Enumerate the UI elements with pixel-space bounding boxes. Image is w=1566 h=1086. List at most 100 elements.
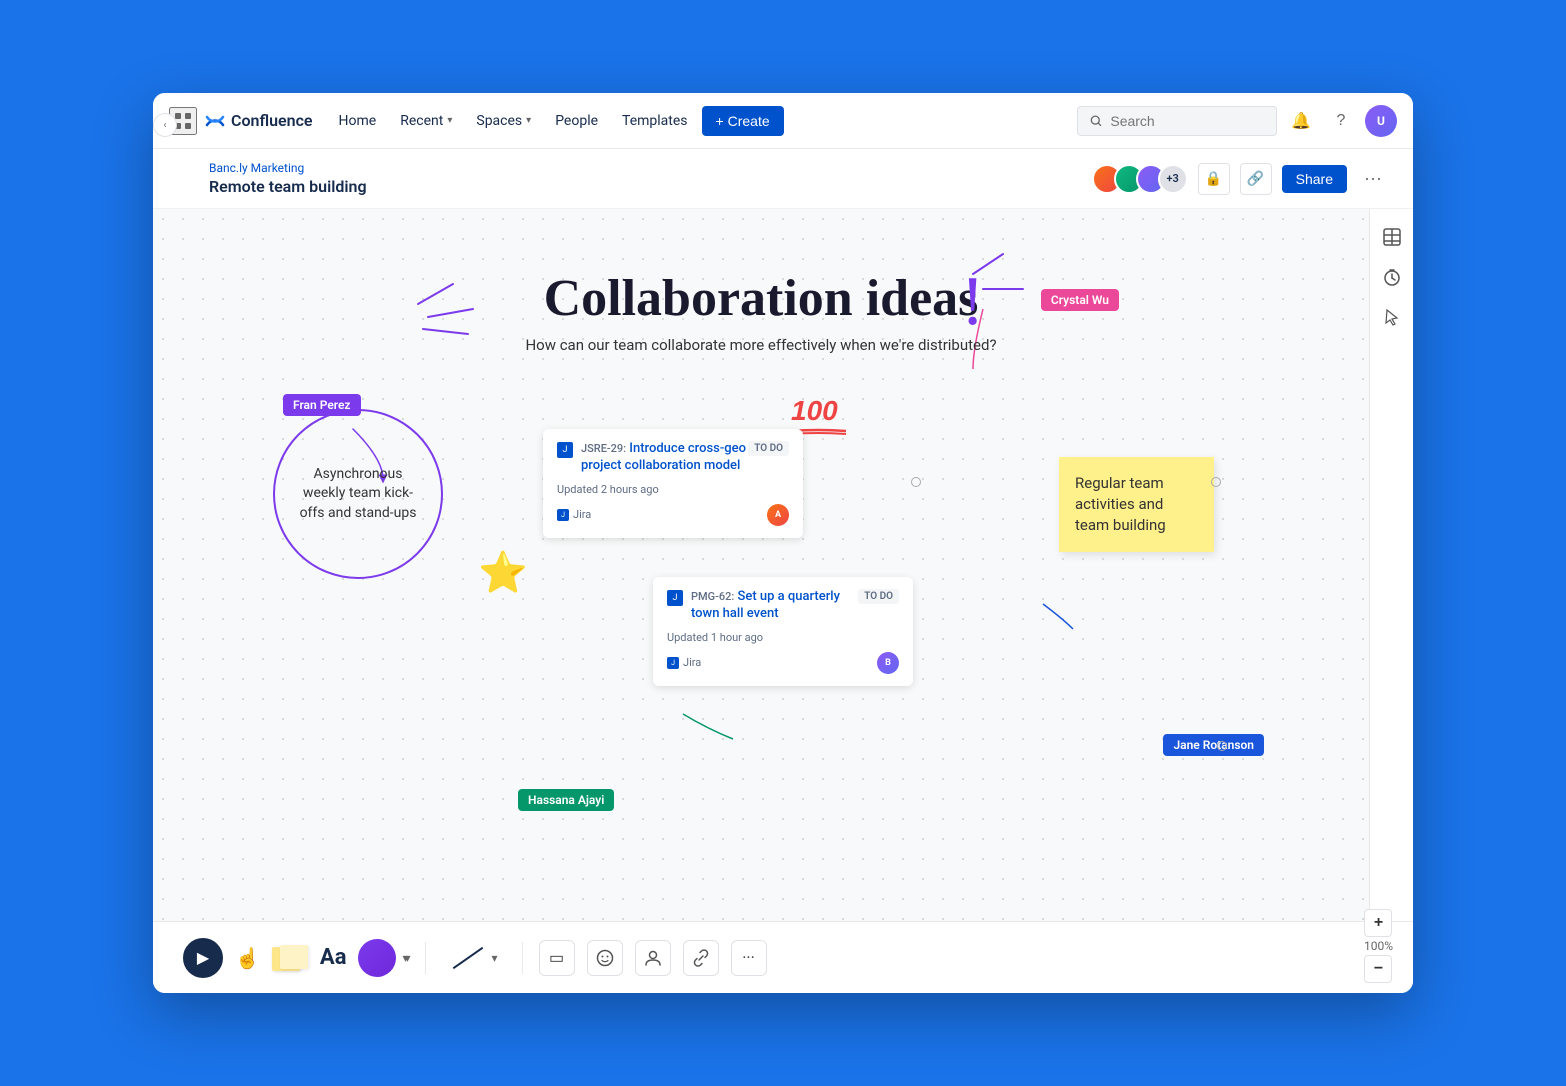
link-icon[interactable]: 🔗 [1240,163,1272,195]
content-area: Collaboration ideas How can our team col… [153,209,1413,921]
toolbar-divider-2 [522,942,523,974]
jira-icon-1: J [557,442,573,458]
cursor-icon[interactable]: ☝ [235,946,260,970]
jira-card-1[interactable]: J JSRE-29: Introduce cross-geo project c… [543,429,803,538]
selection-handle-2 [1211,477,1221,487]
link-icon [692,949,710,967]
page-actions: +3 🔒 🔗 Share ··· [1092,163,1389,195]
right-toolbar [1369,209,1413,921]
nav-recent[interactable]: Recent ▾ [390,107,462,135]
line-tool[interactable] [452,946,483,968]
nav-home[interactable]: Home [329,107,387,135]
search-icon [1090,114,1102,128]
avatar-count[interactable]: +3 [1158,164,1188,194]
main-window: Confluence Home Recent ▾ Spaces ▾ People… [153,93,1413,993]
top-navigation: Confluence Home Recent ▾ Spaces ▾ People… [153,93,1413,149]
spaces-chevron-icon: ▾ [526,115,531,126]
sticky-note-yellow: Regular team activities and team buildin… [1059,457,1214,552]
pointer-icon [1383,308,1401,326]
search-box[interactable] [1077,106,1277,136]
star-emoji: ⭐ [478,549,528,596]
emoji-icon [596,949,614,967]
jira-icon-2: J [667,590,683,606]
nav-spaces[interactable]: Spaces ▾ [466,107,541,135]
jira-card-2-id: PMG-62: [691,590,734,603]
sidebar-toggle-button[interactable]: ‹ [153,113,177,137]
jane-rotanson-label: Jane Rotanson [1163,734,1264,756]
canvas-subtitle: How can our team collaborate more effect… [525,336,996,354]
breadcrumb: Banc.ly Marketing [209,161,1092,175]
lock-icon[interactable]: 🔒 [1198,163,1230,195]
more-tool-button[interactable]: ··· [731,940,767,976]
jira-card-2-updated: Updated 1 hour ago [667,631,899,644]
help-button[interactable]: ? [1325,105,1357,137]
whiteboard-canvas[interactable]: Collaboration ideas How can our team col… [153,209,1369,921]
pointer-tool-button[interactable] [1376,301,1408,333]
sticky-yellow-text: Regular team activities and team buildin… [1075,474,1166,534]
timer-tool-button[interactable] [1376,261,1408,293]
jira-card-2-avatar: B [877,652,899,674]
hassana-ajayi-label: Hassana Ajayi [518,789,614,811]
notifications-button[interactable]: 🔔 [1285,105,1317,137]
circle-note: Asynchronous weekly team kick-offs and s… [273,409,443,579]
jira-card-1-status: TO DO [748,441,789,456]
confluence-logo[interactable]: Confluence [205,111,313,131]
page-canvas-title: Collaboration ideas How can our team col… [525,269,996,354]
more-options-button[interactable]: ··· [1357,163,1389,195]
search-input[interactable] [1110,113,1264,129]
share-button[interactable]: Share [1282,165,1347,193]
jira-card-1-updated: Updated 2 hours ago [557,483,789,496]
jira-card-2-title: PMG-62: Set up a quarterly town hall eve… [691,589,858,623]
timer-icon [1383,268,1401,286]
page-title: Remote team building [209,177,1092,196]
nav-people[interactable]: People [545,107,608,135]
hundred-emoji: 100 [791,397,838,425]
person-icon [644,949,662,967]
breadcrumb-parent[interactable]: Banc.ly Marketing [209,161,304,175]
emoji-tool[interactable] [587,940,623,976]
crystal-wu-label: Crystal Wu [1041,289,1119,311]
nav-templates[interactable]: Templates [612,107,698,135]
page-header: ‹ Banc.ly Marketing Remote team building… [153,149,1413,209]
zoom-controls: + 100% − [1364,909,1393,983]
line-chevron-icon[interactable]: ▾ [492,951,498,965]
shape-tool[interactable] [358,939,396,977]
bottom-toolbar: ▶ ☝ Aa ▾ ▾ ▭ [153,921,1413,993]
breadcrumb-area: Banc.ly Marketing Remote team building [209,161,1092,196]
jira-card-1-id: JSRE-29: [581,442,626,455]
jira-source-icon-2: J [667,657,679,669]
nav-links: Home Recent ▾ Spaces ▾ People Templates … [329,106,1069,136]
user-avatar[interactable]: U [1365,105,1397,137]
zoom-out-button[interactable]: − [1364,955,1392,983]
jira-card-2[interactable]: J PMG-62: Set up a quarterly town hall e… [653,577,913,686]
shape-tool-group: ▾ [358,939,408,977]
app-name-label: Confluence [231,111,313,130]
table-tool-button[interactable] [1376,221,1408,253]
jira-card-1-source: J Jira A [557,504,789,526]
jira-source-icon-1: J [557,509,569,521]
line-tool-group: ▾ [450,951,498,965]
jira-card-2-source: J Jira B [667,652,899,674]
play-button[interactable]: ▶ [183,938,223,978]
nav-right-area: 🔔 ? U [1077,105,1397,137]
sticky-icon-front [280,945,308,969]
zoom-level-label: 100% [1364,939,1393,953]
collaboration-title: Collaboration ideas [525,269,996,328]
recent-chevron-icon: ▾ [447,115,452,126]
link-tool[interactable] [683,940,719,976]
selection-handle-3 [1217,741,1227,751]
zoom-in-button[interactable]: + [1364,909,1392,937]
jira-card-1-title: JSRE-29: Introduce cross-geo project col… [581,441,748,475]
person-tool[interactable] [635,940,671,976]
text-tool[interactable]: Aa [320,945,347,970]
collaborator-avatars: +3 [1092,164,1188,194]
exclaim-decoration: ! [961,267,984,337]
frame-tool[interactable]: ▭ [539,940,575,976]
create-button[interactable]: + Create [702,106,784,136]
circle-note-text: Asynchronous weekly team kick-offs and s… [275,445,441,544]
jira-card-2-status: TO DO [858,589,899,604]
toolbar-divider-1 [425,942,426,974]
selection-handle [911,477,921,487]
sticky-note-tool[interactable] [272,945,308,971]
jira-card-1-avatar: A [767,504,789,526]
